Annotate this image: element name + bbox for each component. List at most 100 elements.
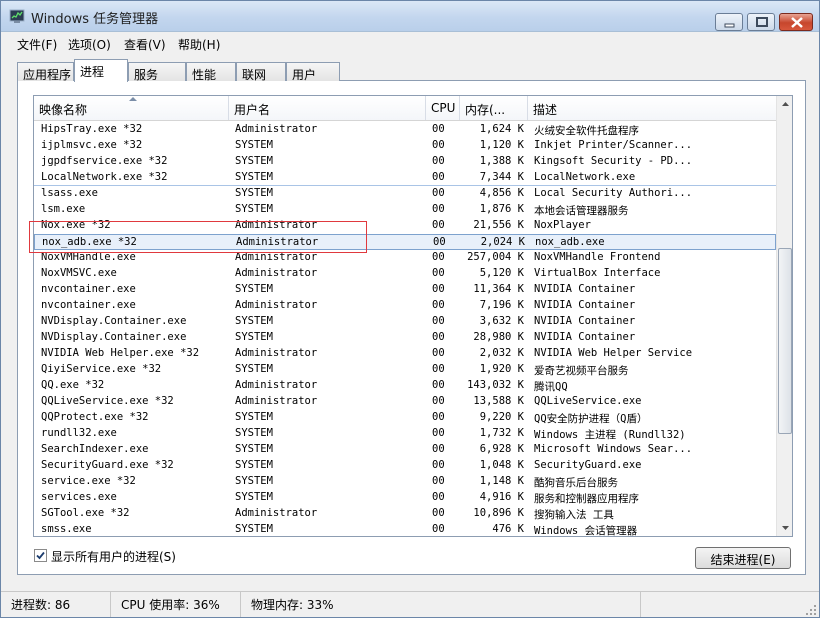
process-name: NVDisplay.Container.exe (41, 331, 187, 343)
process-name: lsass.exe (41, 187, 98, 199)
table-row[interactable]: NVIDIA Web Helper.exe *32 Administrator 00… (34, 346, 776, 362)
process-name: smss.exe (41, 523, 92, 535)
column-header-user[interactable]: 用户名 (229, 96, 426, 120)
table-row[interactable]: ijplmsvc.exe *32 SYSTEM 00 1,120 K Inkjet Pr… (34, 138, 776, 154)
process-memory: 7,344 K (479, 171, 524, 183)
table-row[interactable]: NVDisplay.Container.exe SYSTEM 00 3,632 K NV… (34, 314, 776, 330)
process-name: nvcontainer.exe (41, 283, 136, 295)
scrollbar-thumb[interactable] (778, 248, 792, 434)
process-user: SYSTEM (235, 283, 273, 295)
process-memory: 1,048 K (479, 459, 524, 471)
table-row[interactable]: smss.exe SYSTEM 00 476 K Windows 会话管理器 (34, 522, 776, 536)
table-row[interactable]: QQ.exe *32 Administrator 00 143,032 K 腾讯QQ (34, 378, 776, 394)
process-cpu: 00 (432, 315, 445, 327)
process-description: NVIDIA Container (534, 283, 636, 295)
column-header-memory[interactable]: 内存(... (460, 96, 528, 120)
process-name: HipsTray.exe *32 (41, 123, 143, 135)
process-description: NoxPlayer (534, 219, 591, 231)
process-description: VirtualBox Interface (534, 267, 661, 279)
process-cpu: 00 (432, 411, 445, 423)
process-memory: 1,624 K (479, 123, 524, 135)
process-name: ijplmsvc.exe *32 (41, 139, 143, 151)
process-name: SecurityGuard.exe *32 (41, 459, 174, 471)
table-row[interactable]: QQLiveService.exe *32 Administrator 00 13,5… (34, 394, 776, 410)
process-user: SYSTEM (235, 331, 273, 343)
process-list[interactable]: 映像名称 用户名 CPU 内存(... 描述 HipsTray.exe *32 A… (33, 95, 793, 537)
process-user: Administrator (235, 267, 318, 279)
table-row[interactable]: SGTool.exe *32 Administrator 00 10,896 K 搜狗输… (34, 506, 776, 522)
minimize-button[interactable] (715, 13, 743, 31)
process-name: service.exe *32 (41, 475, 136, 487)
process-cpu: 00 (432, 507, 445, 519)
process-user: SYSTEM (235, 411, 273, 423)
close-button[interactable] (779, 13, 813, 31)
menu-view[interactable]: 查看(V) (124, 36, 166, 53)
minimize-icon (724, 23, 735, 28)
table-row[interactable]: QQProtect.exe *32 SYSTEM 00 9,220 K QQ安全防护进程… (34, 410, 776, 426)
process-description: 搜狗输入法 工具 (534, 509, 614, 521)
table-row[interactable]: jgpdfservice.exe *32 SYSTEM 00 1,388 K Kings… (34, 154, 776, 170)
process-cpu: 00 (432, 283, 445, 295)
process-memory: 9,220 K (479, 411, 524, 423)
tab-users[interactable]: 用户 (286, 62, 340, 82)
tab-processes[interactable]: 进程 (74, 59, 128, 82)
process-cpu: 00 (432, 347, 445, 359)
process-description: QQ安全防护进程（Q盾） (534, 413, 648, 425)
process-name: lsm.exe (41, 203, 86, 215)
process-memory: 2,032 K (479, 347, 524, 359)
process-user: SYSTEM (235, 315, 273, 327)
table-row[interactable]: NVDisplay.Container.exe SYSTEM 00 28,980 K N… (34, 330, 776, 346)
menu-help[interactable]: 帮助(H) (178, 36, 220, 53)
tab-label: 用户 (292, 68, 317, 82)
process-name: QQLiveService.exe *32 (41, 395, 174, 407)
column-header-image-name[interactable]: 映像名称 (34, 96, 229, 120)
tab-applications[interactable]: 应用程序 (17, 62, 74, 82)
menu-options[interactable]: 选项(O) (68, 36, 111, 53)
process-user: SYSTEM (235, 155, 273, 167)
menu-file[interactable]: 文件(F) (17, 36, 57, 53)
title-bar[interactable]: Windows 任务管理器 (1, 1, 819, 32)
end-process-button[interactable]: 结束进程(E) (695, 547, 791, 569)
show-all-users-label[interactable]: 显示所有用户的进程(S) (51, 548, 176, 565)
table-row[interactable]: lsm.exe SYSTEM 00 1,876 K 本地会话管理器服务 (34, 202, 776, 218)
table-row[interactable]: rundll32.exe SYSTEM 00 1,732 K Windows 主进程 (… (34, 426, 776, 442)
process-description: LocalNetwork.exe (534, 171, 636, 183)
table-row[interactable]: NoxVMSVC.exe Administrator 00 5,120 K Virtua… (34, 266, 776, 282)
table-row[interactable]: SearchIndexer.exe SYSTEM 00 6,928 K Microsof… (34, 442, 776, 458)
process-cpu: 00 (432, 363, 445, 375)
show-all-users-checkbox[interactable] (34, 549, 47, 562)
table-row[interactable]: SecurityGuard.exe *32 SYSTEM 00 1,048 K Secu… (34, 458, 776, 474)
scroll-down-icon[interactable] (777, 519, 793, 536)
table-row[interactable]: HipsTray.exe *32 Administrator 00 1,624 K 火绒… (34, 122, 776, 138)
resize-grip-icon[interactable] (805, 604, 817, 616)
process-memory: 143,032 K (467, 379, 524, 391)
scroll-up-icon[interactable] (777, 96, 793, 113)
maximize-button[interactable] (747, 13, 775, 31)
table-row[interactable]: nvcontainer.exe SYSTEM 00 11,364 K NVIDIA Co… (34, 282, 776, 298)
column-header-cpu[interactable]: CPU (426, 96, 460, 120)
process-description: QQLiveService.exe (534, 395, 642, 407)
header-label: 用户名 (234, 103, 271, 117)
process-user: SYSTEM (235, 491, 273, 503)
table-row[interactable]: nvcontainer.exe Administrator 00 7,196 K NVI… (34, 298, 776, 314)
tab-performance[interactable]: 性能 (186, 62, 236, 82)
maximize-icon (756, 17, 768, 27)
table-row[interactable]: lsass.exe SYSTEM 00 4,856 K Local Security A… (34, 186, 776, 202)
process-description: NVIDIA Container (534, 299, 636, 311)
process-memory: 11,364 K (473, 283, 524, 295)
process-cpu: 00 (432, 331, 445, 343)
tab-services[interactable]: 服务 (128, 62, 186, 82)
process-cpu: 00 (432, 123, 445, 135)
highlight-annotation-box (29, 221, 367, 253)
tab-networking[interactable]: 联网 (236, 62, 286, 82)
table-row[interactable]: service.exe *32 SYSTEM 00 1,148 K 酷狗音乐后台服务 (34, 474, 776, 490)
table-row[interactable]: QiyiService.exe *32 SYSTEM 00 1,920 K 爱奇艺视频平… (34, 362, 776, 378)
process-cpu: 00 (432, 203, 445, 215)
header-label: 描述 (533, 103, 558, 117)
column-header-description[interactable]: 描述 (528, 96, 776, 120)
vertical-scrollbar[interactable] (776, 96, 793, 536)
table-row[interactable]: LocalNetwork.exe *32 SYSTEM 00 7,344 K Local… (34, 170, 776, 186)
process-memory: 1,148 K (479, 475, 524, 487)
window-title: Windows 任务管理器 (31, 12, 159, 27)
table-row[interactable]: services.exe SYSTEM 00 4,916 K 服务和控制器应用程序 (34, 490, 776, 506)
